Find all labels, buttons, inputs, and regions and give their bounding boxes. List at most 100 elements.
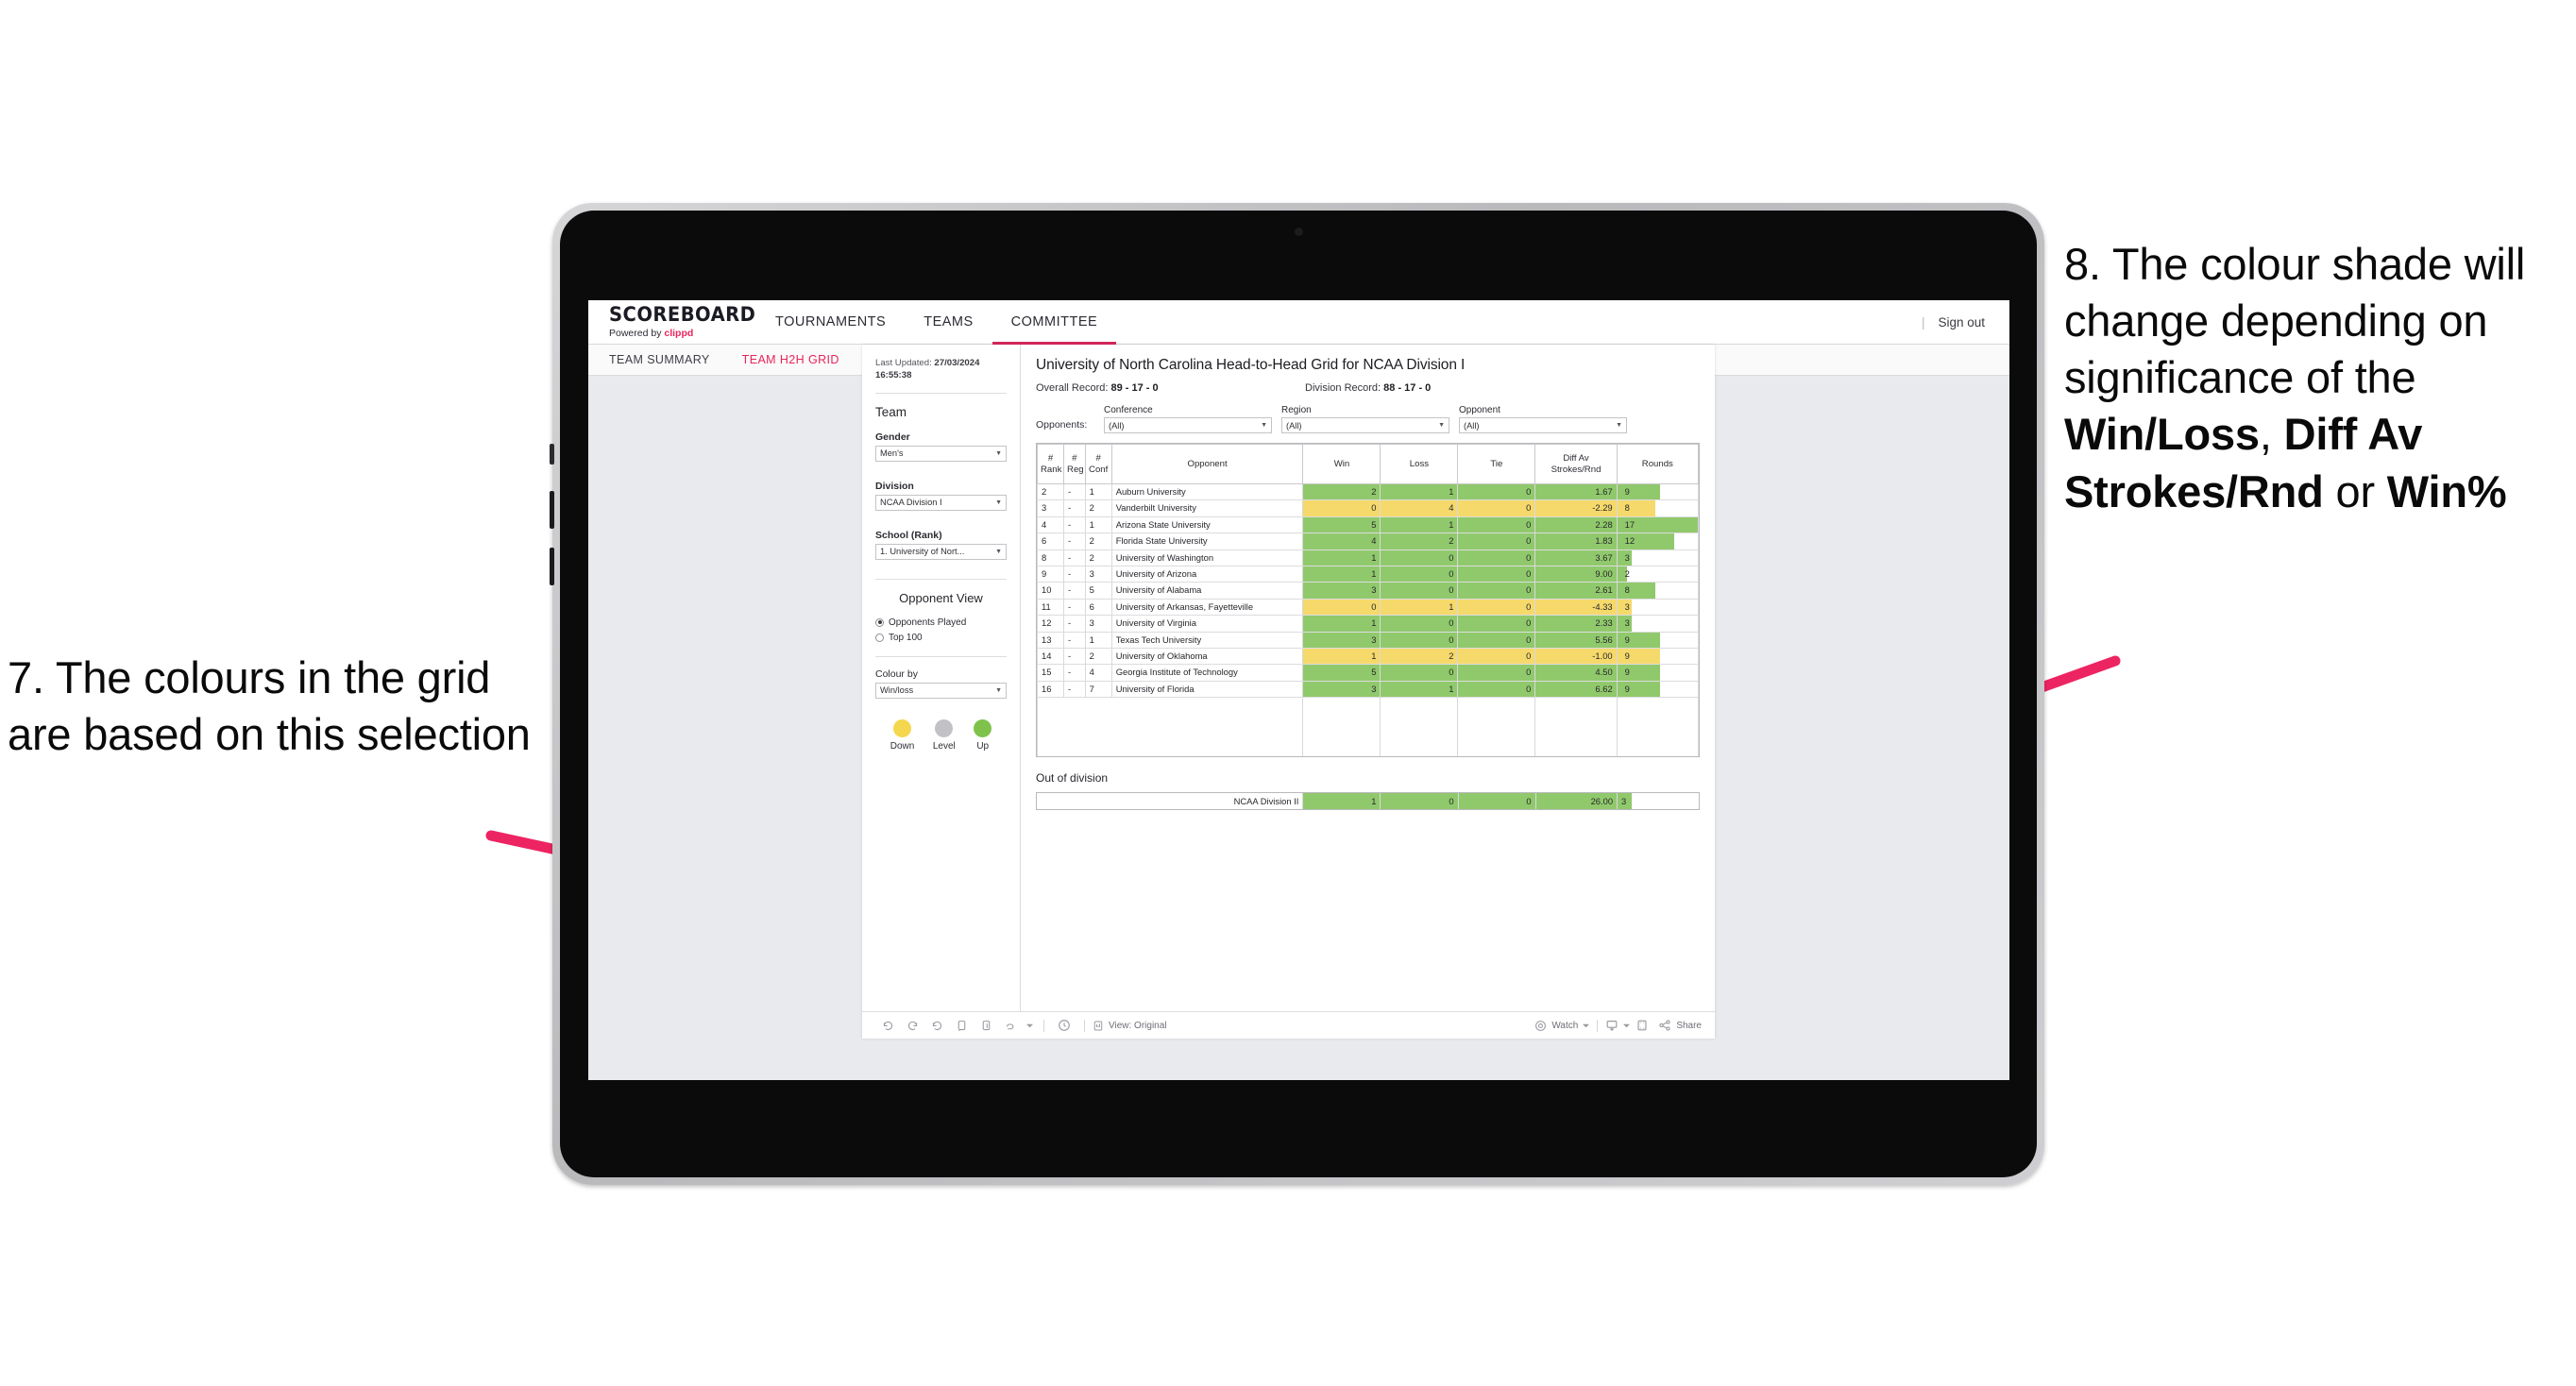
column-header-rank[interactable]: # Rank [1036,444,1065,484]
cell-tie: 0 [1457,599,1536,617]
pan-icon[interactable] [998,1012,1023,1040]
gender-label: Gender [875,431,910,443]
nav-item-committee[interactable]: COMMITTEE [991,301,1117,345]
tablet-button-power[interactable] [550,444,554,465]
last-updated: Last Updated: 27/03/2024 16:55:38 [875,358,1007,382]
gender-field: Gender Men's ▼ [875,431,1007,462]
nav-item-tournaments[interactable]: TOURNAMENTS [756,301,905,344]
table-row[interactable]: 14-2 University of Oklahoma 1 2 0 -1.00 9 [1036,648,1700,666]
radio-icon-unselected [875,633,884,642]
table-row[interactable]: 4-1 Arizona State University 5 1 0 2.28 17 [1036,516,1700,534]
column-header-loss[interactable]: Loss [1380,444,1459,484]
cell-rounds: 17 [1616,516,1700,534]
cell-rounds: 9 [1616,483,1700,501]
cell-diff: 1.83 [1534,532,1618,550]
radio-top-100[interactable]: Top 100 [875,633,1007,643]
cell-loss: 1 [1380,599,1459,617]
cell-conf: 7 [1084,681,1112,699]
column-header-rounds[interactable]: Rounds [1616,444,1700,484]
chevron-down-icon[interactable] [1023,1012,1036,1040]
clock-icon[interactable] [1052,1012,1076,1040]
nav-item-teams[interactable]: TEAMS [905,301,991,344]
gender-select[interactable]: Men's ▼ [875,445,1007,462]
share-button[interactable]: Share [1658,1019,1702,1032]
cell-loss: 0 [1380,549,1459,567]
tablet-button-volume-up[interactable] [550,491,554,529]
revert-icon[interactable] [924,1012,949,1040]
division-value: NCAA Division I [880,498,942,508]
view-original-button[interactable]: View: Original [1093,1020,1167,1032]
last-updated-label: Last Updated: [875,358,932,368]
cell-tie: 0 [1457,681,1536,699]
cell-diff: 2.61 [1534,582,1618,600]
table-row[interactable]: 8-2 University of Washington 1 0 0 3.67 3 [1036,549,1700,567]
download-button[interactable] [1605,1019,1631,1032]
h2h-grid-body: 2-1 Auburn University 2 1 0 1.67 9 3-2 Vanderbil… [1036,483,1700,756]
radio-opponents-played[interactable]: Opponents Played [875,617,1007,628]
annotation-8-number: 8. [2064,239,2101,289]
cell-conf: 4 [1084,664,1112,682]
legend-item-level: Level [933,718,956,752]
watch-button[interactable]: Watch [1534,1020,1590,1032]
fullscreen-icon[interactable] [1630,1012,1654,1040]
cell-rounds: 2 [1616,566,1700,583]
column-header-diff-av-strokes-rnd[interactable]: Diff Av Strokes/Rnd [1534,444,1618,484]
toolbar-right-group: Watch Share [1534,1012,1702,1040]
chevron-down-icon: ▼ [995,499,1002,506]
undo-icon[interactable] [875,1012,900,1040]
cell-loss: 4 [1380,499,1459,517]
legend-item-down: Down [890,718,914,752]
cell-rounds: 9 [1616,664,1700,682]
column-header-win[interactable]: Win [1302,444,1381,484]
out-of-division-row[interactable]: NCAA Division II 1 0 0 26.00 3 [1037,792,1699,809]
cell-reg: - [1063,681,1086,699]
column-header-tie[interactable]: Tie [1457,444,1536,484]
table-row[interactable]: 13-1 Texas Tech University 3 0 0 5.56 9 [1036,632,1700,650]
signout-link[interactable]: Sign out [1938,315,1985,330]
toolbar-divider-2 [1084,1019,1085,1032]
cell-tie: 0 [1457,532,1536,550]
pause-icon[interactable] [974,1012,998,1040]
table-row[interactable]: 15-4 Georgia Institute of Technology 5 0 0 4.… [1036,664,1700,682]
table-row[interactable]: 9-3 University of Arizona 1 0 0 9.00 2 [1036,566,1700,583]
cell-rounds: 8 [1616,582,1700,600]
division-select[interactable]: NCAA Division I ▼ [875,494,1007,511]
subnav-item-team-summary[interactable]: TEAM SUMMARY [609,353,710,366]
annotation-7: 7. The colours in the grid are based on … [8,650,546,763]
refresh-icon[interactable] [949,1012,974,1040]
table-row[interactable]: 10-5 University of Alabama 3 0 0 2.61 8 [1036,582,1700,600]
opponent-select[interactable]: (All) ▼ [1459,417,1627,433]
cell-tie: 0 [1457,549,1536,567]
ood-cell-rounds: 3 [1617,792,1699,809]
legend-dot-down [893,718,912,737]
table-row[interactable]: 6-2 Florida State University 4 2 0 1.83 12 [1036,532,1700,550]
cell-win: 4 [1302,532,1381,550]
cell-win: 1 [1302,549,1381,567]
column-header-conf[interactable]: # Conf [1084,444,1112,484]
opponent-filters: Opponents: Conference (All) ▼ Region (Al [1036,405,1700,433]
redo-icon[interactable] [900,1012,924,1040]
chevron-down-icon: ▼ [1616,422,1622,429]
cell-loss: 1 [1380,483,1459,501]
column-header-reg[interactable]: # Reg [1063,444,1086,484]
school-rank-select[interactable]: 1. University of Nort... ▼ [875,543,1007,560]
overall-record: Overall Record: 89 - 17 - 0 [1036,382,1305,394]
colour-by-select[interactable]: Win/loss ▼ [875,682,1007,699]
cell-conf: 5 [1084,582,1112,600]
cell-opponent: University of Arkansas, Fayetteville [1110,599,1304,617]
cell-opponent: University of Florida [1110,681,1304,699]
table-row[interactable]: 11-6 University of Arkansas, Fayetteville… [1036,599,1700,617]
brand-logo[interactable]: SCOREBOARD Powered by clippd [588,305,756,340]
table-row[interactable]: 12-3 University of Virginia 1 0 0 2.33 3 [1036,615,1700,633]
region-select[interactable]: (All) ▼ [1281,417,1449,433]
cell-rank: 15 [1036,664,1065,682]
subnav-item-team-h2h-grid[interactable]: TEAM H2H GRID [742,353,839,366]
column-header-opponent[interactable]: Opponent [1110,444,1304,484]
tablet-button-volume-down[interactable] [550,548,554,585]
conference-select[interactable]: (All) ▼ [1104,417,1272,433]
table-row[interactable]: 3-2 Vanderbilt University 0 4 0 -2.29 8 [1036,499,1700,517]
table-row[interactable]: 16-7 University of Florida 3 1 0 6.62 9 [1036,681,1700,699]
table-spacer-row [1036,697,1700,756]
cell-opponent: University of Virginia [1110,615,1304,633]
table-row[interactable]: 2-1 Auburn University 2 1 0 1.67 9 [1036,483,1700,501]
